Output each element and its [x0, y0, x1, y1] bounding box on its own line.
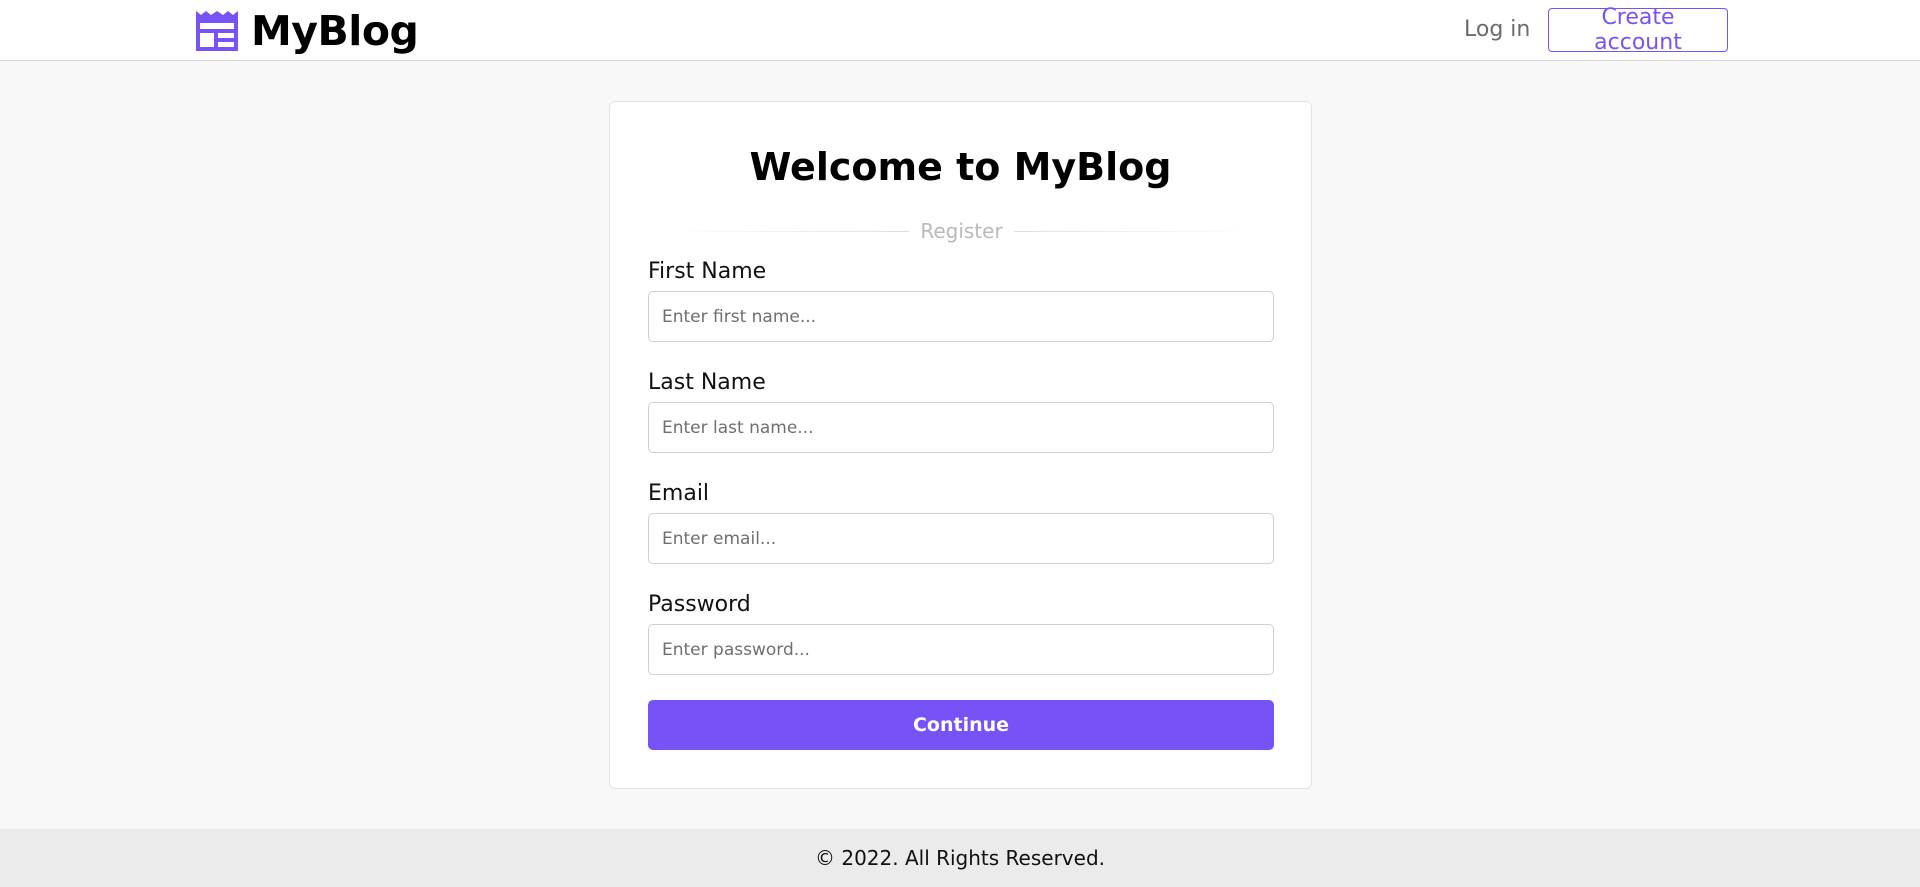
first-name-label: First Name — [648, 259, 767, 284]
register-divider: Register — [670, 219, 1253, 243]
blog-layout-icon — [196, 11, 238, 51]
continue-button[interactable]: Continue — [648, 700, 1274, 750]
last-name-label: Last Name — [648, 370, 766, 395]
password-group: Password — [648, 591, 1274, 675]
first-name-group: First Name — [648, 258, 1274, 342]
email-label: Email — [648, 481, 710, 506]
login-link[interactable]: Log in — [1464, 16, 1530, 44]
last-name-input[interactable] — [648, 402, 1274, 453]
top-navbar: MyBlog Log in Create account — [0, 0, 1920, 61]
password-input[interactable] — [648, 624, 1274, 675]
divider-line-left — [670, 230, 910, 232]
last-name-group: Last Name — [648, 369, 1274, 453]
password-label: Password — [648, 592, 751, 617]
brand-home-link[interactable]: MyBlog — [196, 7, 419, 55]
divider-line-right — [1013, 230, 1253, 232]
email-group: Email — [648, 480, 1274, 564]
email-input[interactable] — [648, 513, 1274, 564]
create-account-button[interactable]: Create account — [1548, 5, 1728, 55]
footer: © 2022. All Rights Reserved. — [0, 829, 1920, 887]
copyright-text: © 2022. All Rights Reserved. — [814, 846, 1105, 870]
first-name-input[interactable] — [648, 291, 1274, 342]
page-title: Welcome to MyBlog — [749, 145, 1172, 189]
brand-name: MyBlog — [251, 7, 419, 55]
register-card: Welcome to MyBlog Register First Name La… — [609, 101, 1312, 789]
divider-label: Register — [920, 219, 1003, 243]
